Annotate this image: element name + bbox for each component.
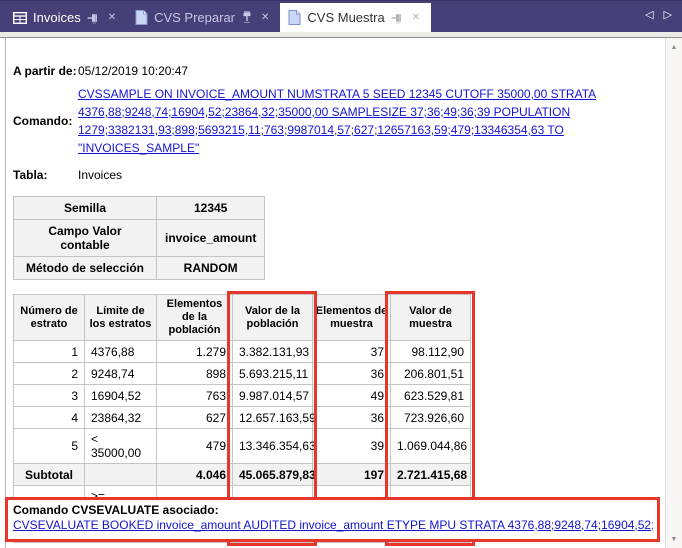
document-icon [288, 10, 301, 25]
cell: 3 [14, 385, 85, 407]
table-row: 1 4376,88 1.279 3.382.131,93 37 98.112,9… [14, 341, 471, 363]
tab-bar: Invoices ✕ CVS Preparar [0, 0, 682, 32]
a-partir-value: 05/12/2019 10:20:47 [78, 64, 188, 78]
cell: 4376,88 [85, 341, 157, 363]
cvsevaluate-command-link[interactable]: CVSEVALUATE BOOKED invoice_amount AUDITE… [13, 518, 653, 532]
tab-scroll-right-icon[interactable]: ▷ [664, 8, 672, 21]
pin-icon[interactable] [241, 11, 253, 24]
tab-scroll-controls: ◁ ▷ [645, 8, 672, 21]
setting-value: RANDOM [157, 257, 265, 280]
panel-left-border [5, 38, 6, 548]
tab-cvs-muestra[interactable]: CVS Muestra ✕ [280, 3, 431, 32]
table-row: Método de selección RANDOM [14, 257, 265, 280]
cvsevaluate-box: Comando CVSEVALUATE asociado: CVSEVALUAT… [5, 497, 660, 542]
sampling-settings-table: Semilla 12345 Campo Valor contable invoi… [13, 196, 265, 280]
cell: 13.346.354,63 [233, 429, 313, 464]
cell: 763 [157, 385, 233, 407]
cell: 16904,52 [85, 385, 157, 407]
cell: 45.065.879,83 [233, 464, 313, 486]
comando-label: Comando: [13, 114, 78, 128]
scroll-down-icon[interactable]: ▼ [666, 536, 682, 543]
cell: 9248,74 [85, 363, 157, 385]
tab-scroll-left-icon[interactable]: ◁ [645, 8, 653, 21]
setting-label: Semilla [14, 197, 157, 220]
a-partir-label: A partir de: [13, 64, 78, 78]
close-icon[interactable]: ✕ [259, 12, 271, 23]
tabla-label: Tabla: [13, 168, 78, 182]
cell: 723.926,60 [391, 407, 471, 429]
report-panel: A partir de: 05/12/2019 10:20:47 Comando… [0, 38, 682, 548]
table-icon [13, 12, 27, 24]
close-icon[interactable]: ✕ [106, 12, 118, 23]
column-header: Valor de la población [233, 295, 313, 341]
cell: 623.529,81 [391, 385, 471, 407]
cell: 36 [313, 407, 391, 429]
cell: 9.987.014,57 [233, 385, 313, 407]
cell: 49 [313, 385, 391, 407]
vertical-scrollbar[interactable]: ▲ ▼ [665, 38, 682, 548]
cvsevaluate-title: Comando CVSEVALUATE asociado: [13, 503, 653, 518]
tab-label: Invoices [33, 10, 81, 25]
document-icon [135, 10, 148, 25]
column-header: Elementos de la población [157, 295, 233, 341]
tab-label: CVS Preparar [154, 10, 235, 25]
tab-label: CVS Muestra [307, 10, 384, 25]
cell: 2.721.415,68 [391, 464, 471, 486]
column-header: Límite de los estratos [85, 295, 157, 341]
cell: 5 [14, 429, 85, 464]
cell: 898 [157, 363, 233, 385]
cell: 4.046 [157, 464, 233, 486]
tab-cvs-preparar[interactable]: CVS Preparar ✕ [127, 3, 280, 32]
table-row: Campo Valor contable invoice_amount [14, 220, 265, 257]
cell: 12.657.163,59 [233, 407, 313, 429]
cell: 36 [313, 363, 391, 385]
pin-icon[interactable] [87, 12, 100, 24]
cell: 98.112,90 [391, 341, 471, 363]
cell [85, 464, 157, 486]
setting-value: 12345 [157, 197, 265, 220]
table-row: Semilla 12345 [14, 197, 265, 220]
cell: 5.693.215,11 [233, 363, 313, 385]
column-header: Número de estrato [14, 295, 85, 341]
close-icon[interactable]: ✕ [410, 12, 422, 23]
tab-invoices[interactable]: Invoices ✕ [5, 3, 127, 32]
table-row: 5 < 35000,00 479 13.346.354,63 39 1.069.… [14, 429, 471, 464]
cell: 479 [157, 429, 233, 464]
table-row: 2 9248,74 898 5.693.215,11 36 206.801,51 [14, 363, 471, 385]
pin-icon[interactable] [391, 12, 404, 24]
cell: 1 [14, 341, 85, 363]
cell: 627 [157, 407, 233, 429]
cell: 2 [14, 363, 85, 385]
cell: 1.279 [157, 341, 233, 363]
column-header: Elementos de muestra [313, 295, 391, 341]
tabla-value: Invoices [78, 168, 122, 182]
cell: 39 [313, 429, 391, 464]
cell: < 35000,00 [85, 429, 157, 464]
cell: 37 [313, 341, 391, 363]
table-header-row: Número de estrato Límite de los estratos… [14, 295, 471, 341]
setting-value: invoice_amount [157, 220, 265, 257]
cell: 23864,32 [85, 407, 157, 429]
cell: 206.801,51 [391, 363, 471, 385]
setting-label: Campo Valor contable [14, 220, 157, 257]
cell: 1.069.044,86 [391, 429, 471, 464]
column-header: Valor de muestra [391, 295, 471, 341]
cvssample-command-link[interactable]: CVSSAMPLE ON INVOICE_AMOUNT NUMSTRATA 5 … [78, 87, 596, 155]
setting-label: Método de selección [14, 257, 157, 280]
cell: 3.382.131,93 [233, 341, 313, 363]
table-row: 3 16904,52 763 9.987.014,57 49 623.529,8… [14, 385, 471, 407]
cell: Subtotal [14, 464, 85, 486]
cell: 197 [313, 464, 391, 486]
subtotal-row: Subtotal 4.046 45.065.879,83 197 2.721.4… [14, 464, 471, 486]
table-row: 4 23864,32 627 12.657.163,59 36 723.926,… [14, 407, 471, 429]
scroll-up-icon[interactable]: ▲ [666, 44, 682, 51]
cell: 4 [14, 407, 85, 429]
